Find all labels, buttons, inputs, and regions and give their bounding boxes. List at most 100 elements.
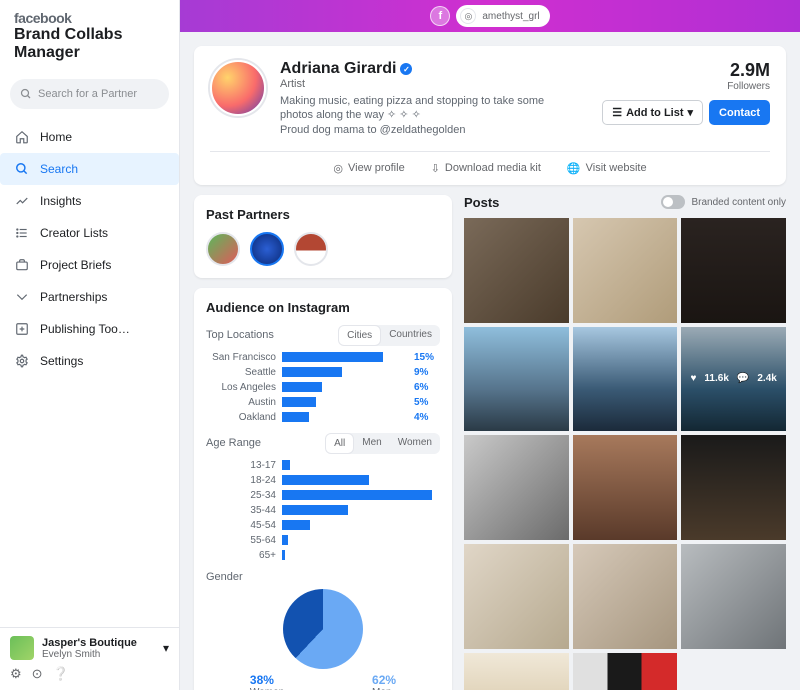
age-segment[interactable]: All Men Women: [325, 433, 440, 454]
facebook-wordmark: facebook: [14, 10, 165, 26]
bar-label: 65+: [206, 550, 276, 561]
list-icon: ☰: [612, 106, 622, 119]
instagram-icon: ◎: [333, 162, 343, 175]
insights-icon: [14, 193, 30, 209]
sidebar-footer: Jasper's Boutique Evelyn Smith ▾ ⚙ ⊙ ❔: [0, 627, 179, 690]
sidebar-item-publishing-tools[interactable]: Publishing Too…: [0, 313, 179, 345]
instagram-handle-pill[interactable]: ◎ amethyst_grl: [456, 5, 549, 27]
post-tile[interactable]: [573, 653, 678, 690]
post-tile[interactable]: [573, 544, 678, 649]
account-user: Evelyn Smith: [42, 649, 155, 660]
partner-logo[interactable]: [206, 232, 240, 266]
add-to-list-button[interactable]: ☰ Add to List ▾: [602, 100, 703, 125]
download-media-kit-link[interactable]: ⇩Download media kit: [431, 162, 541, 175]
notification-icon[interactable]: ⊙: [32, 666, 43, 682]
bar-value: 4%: [414, 412, 440, 423]
chevron-down-icon: ▾: [688, 106, 694, 119]
instagram-icon: ◎: [460, 8, 476, 24]
sidebar-nav: Home Search Insights Creator Lists Proje…: [0, 121, 179, 377]
handshake-icon: [14, 289, 30, 305]
sidebar-item-creator-lists[interactable]: Creator Lists: [0, 217, 179, 249]
sidebar-item-home[interactable]: Home: [0, 121, 179, 153]
branded-content-toggle[interactable]: [661, 195, 685, 209]
post-tile[interactable]: [681, 544, 786, 649]
profile-avatar[interactable]: [210, 60, 266, 116]
sidebar-item-search[interactable]: Search: [0, 153, 179, 185]
segment-countries[interactable]: Countries: [381, 325, 440, 346]
sidebar-item-settings[interactable]: Settings: [0, 345, 179, 377]
segment-cities[interactable]: Cities: [338, 325, 381, 346]
profile-actions: ◎View profile ⇩Download media kit 🌐Visit…: [210, 151, 770, 185]
partner-logo[interactable]: [250, 232, 284, 266]
contact-button[interactable]: Contact: [709, 100, 770, 125]
audience-title: Audience on Instagram: [206, 300, 440, 315]
post-tile[interactable]: [464, 653, 569, 690]
sidebar-item-project-briefs[interactable]: Project Briefs: [0, 249, 179, 281]
gear-icon: [14, 353, 30, 369]
main: f ◎ amethyst_grl Adriana Girardi ✓ Artis…: [180, 0, 800, 690]
sidebar-item-insights[interactable]: Insights: [0, 185, 179, 217]
account-switcher[interactable]: Jasper's Boutique Evelyn Smith ▾: [10, 636, 169, 660]
partner-search-input[interactable]: Search for a Partner: [10, 79, 169, 109]
visit-website-link[interactable]: 🌐Visit website: [567, 162, 647, 175]
segment-all[interactable]: All: [325, 433, 354, 454]
gender-legend: 38%Women 62%Men: [206, 673, 440, 690]
post-tile[interactable]: [464, 327, 569, 432]
account-avatar: [10, 636, 34, 660]
locations-segment[interactable]: Cities Countries: [338, 325, 440, 346]
post-tile[interactable]: [681, 435, 786, 540]
location-bar-row: Seattle9%: [206, 367, 440, 378]
bar-label: 18-24: [206, 475, 276, 486]
bar-value: 6%: [414, 382, 440, 393]
comment-icon: 💬: [737, 373, 749, 384]
partner-logo[interactable]: [294, 232, 328, 266]
bar-label: Oakland: [206, 412, 276, 423]
top-locations-label: Top Locations: [206, 329, 274, 341]
sidebar-item-label: Partnerships: [40, 290, 107, 304]
search-placeholder: Search for a Partner: [38, 88, 137, 100]
location-bar-row: Los Angeles6%: [206, 382, 440, 393]
app-title: Brand Collabs Manager: [14, 26, 165, 61]
bar-value: 5%: [414, 397, 440, 408]
publish-icon: [14, 321, 30, 337]
post-tile[interactable]: [573, 435, 678, 540]
sidebar-item-label: Project Briefs: [40, 258, 111, 272]
chevron-down-icon: ▾: [163, 641, 169, 655]
post-tile[interactable]: [573, 327, 678, 432]
post-tile[interactable]: [573, 218, 678, 323]
post-tile[interactable]: [464, 218, 569, 323]
women-pct: 38%: [250, 673, 284, 687]
help-icon[interactable]: ❔: [53, 666, 69, 682]
post-tile[interactable]: [464, 544, 569, 649]
gear-icon[interactable]: ⚙: [10, 666, 22, 682]
age-bar-row: 55-64: [206, 535, 440, 546]
followers-label: Followers: [727, 81, 770, 92]
age-bar-row: 45-54: [206, 520, 440, 531]
posts-grid: ♥11.6k 💬2.4k: [464, 218, 786, 690]
sidebar-item-label: Insights: [40, 194, 81, 208]
post-tile[interactable]: [681, 218, 786, 323]
sidebar-item-label: Settings: [40, 354, 83, 368]
home-icon: [14, 129, 30, 145]
location-bar-row: San Francisco15%: [206, 352, 440, 363]
segment-men[interactable]: Men: [354, 433, 389, 454]
segment-women[interactable]: Women: [390, 433, 440, 454]
location-bar-row: Oakland 4%: [206, 412, 440, 423]
sidebar-item-partnerships[interactable]: Partnerships: [0, 281, 179, 313]
age-bar-row: 18-24: [206, 475, 440, 486]
sidebar: facebook Brand Collabs Manager Search fo…: [0, 0, 180, 690]
gender-label: Gender: [206, 571, 243, 583]
age-bar-row: 35-44: [206, 505, 440, 516]
post-tile[interactable]: ♥11.6k 💬2.4k: [681, 327, 786, 432]
facebook-platform-icon[interactable]: f: [430, 6, 450, 26]
likes-count: 11.6k: [704, 373, 728, 384]
heart-icon: ♥: [690, 373, 696, 384]
post-tile[interactable]: [464, 435, 569, 540]
age-range-chart: 13-1718-2425-3435-4445-5455-6465+: [206, 460, 440, 561]
profile-bio: Making music, eating pizza and stopping …: [280, 94, 580, 137]
view-profile-link[interactable]: ◎View profile: [333, 162, 404, 175]
age-bar-row: 65+: [206, 550, 440, 561]
audience-card: Audience on Instagram Top Locations Citi…: [194, 288, 452, 690]
sidebar-item-label: Home: [40, 130, 72, 144]
briefcase-icon: [14, 257, 30, 273]
